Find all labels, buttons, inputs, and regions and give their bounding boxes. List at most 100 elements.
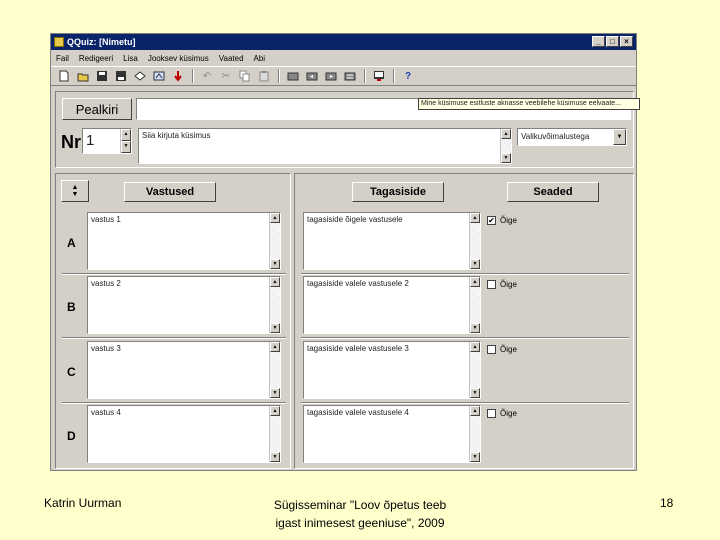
menu-current-question[interactable]: Jooksev küsimus <box>148 54 209 63</box>
checkbox-a[interactable]: ✔ <box>487 216 496 225</box>
scroll-up-icon[interactable]: ▲ <box>470 342 480 352</box>
seaded-button[interactable]: Seaded <box>507 182 599 202</box>
answer-b-scrollbar[interactable]: ▲ ▼ <box>269 277 280 333</box>
feedback-a-scrollbar[interactable]: ▲ ▼ <box>469 213 480 269</box>
scroll-down-icon[interactable]: ▼ <box>470 259 480 269</box>
last-question-icon[interactable] <box>343 69 357 83</box>
question-header-panel: Pealkiri Mine küsimuse esitluste aknasse… <box>55 91 640 168</box>
scroll-down-icon[interactable]: ▼ <box>501 153 511 163</box>
scroll-down-icon[interactable]: ▼ <box>270 259 280 269</box>
scroll-up-icon[interactable]: ▲ <box>270 342 280 352</box>
maximize-button[interactable]: □ <box>606 36 619 47</box>
chevron-down-icon[interactable]: ▼ <box>613 129 626 145</box>
correct-checkbox-c[interactable]: Õige <box>487 345 517 354</box>
question-number-spinner[interactable]: ▲ ▼ <box>120 129 131 153</box>
answer-d-text: vastus 4 <box>91 408 121 417</box>
menu-file[interactable]: Fail <box>56 54 69 63</box>
question-textarea[interactable]: Siia kirjuta küsimus ▲ ▼ <box>138 128 512 164</box>
scroll-down-icon[interactable]: ▼ <box>470 452 480 462</box>
help-icon[interactable]: ? <box>401 69 415 83</box>
answer-d-textarea[interactable]: vastus 4 ▲ ▼ <box>87 405 281 463</box>
qquiz-window: QQuiz: [Nimetu] _ □ × Fail Redigeeri Lis… <box>50 33 640 471</box>
question-type-select[interactable]: Valikuvõimalustega ▼ <box>517 128 627 146</box>
feedback-a-textarea[interactable]: tagasiside õigele vastusele ▲ ▼ <box>303 212 481 270</box>
answer-d-scrollbar[interactable]: ▲ ▼ <box>269 406 280 462</box>
hint-tooltip: Mine küsimuse esitluste aknasse veebileh… <box>418 98 640 110</box>
toolbar-separator <box>278 69 280 83</box>
save-icon[interactable] <box>95 69 109 83</box>
seaded-label: Seaded <box>533 186 573 198</box>
feedback-d-scrollbar[interactable]: ▲ ▼ <box>469 406 480 462</box>
scroll-down-icon[interactable]: ▼ <box>270 452 280 462</box>
feedback-c-scrollbar[interactable]: ▲ ▼ <box>469 342 480 398</box>
question-number-input[interactable]: 1 ▲ ▼ <box>82 128 132 154</box>
preview-icon[interactable] <box>133 69 147 83</box>
correct-label-d: Õige <box>500 409 517 418</box>
menu-help[interactable]: Abi <box>254 54 266 63</box>
checkbox-c[interactable] <box>487 345 496 354</box>
scroll-down-icon[interactable]: ▼ <box>470 323 480 333</box>
navigate-updown-icon[interactable]: ▲ ▼ <box>61 180 89 202</box>
delete-icon[interactable] <box>171 69 185 83</box>
feedback-c-textarea[interactable]: tagasiside valele vastusele 3 ▲ ▼ <box>303 341 481 399</box>
window-title: QQuiz: [Nimetu] <box>67 37 136 47</box>
first-question-icon[interactable] <box>286 69 300 83</box>
feedback-b-scrollbar[interactable]: ▲ ▼ <box>469 277 480 333</box>
scroll-down-icon[interactable]: ▼ <box>270 323 280 333</box>
title-bar[interactable]: QQuiz: [Nimetu] _ □ × <box>51 34 636 50</box>
scroll-up-icon[interactable]: ▲ <box>470 213 480 223</box>
answer-c-textarea[interactable]: vastus 3 ▲ ▼ <box>87 341 281 399</box>
footer-page-number: 18 <box>660 496 674 510</box>
save-as-icon[interactable] <box>114 69 128 83</box>
tagasiside-button[interactable]: Tagasiside <box>352 182 444 202</box>
toolbar-separator <box>393 69 395 83</box>
spinner-up-icon[interactable]: ▲ <box>121 129 131 141</box>
answer-c-scrollbar[interactable]: ▲ ▼ <box>269 342 280 398</box>
new-icon[interactable] <box>57 69 71 83</box>
minimize-button[interactable]: _ <box>592 36 605 47</box>
answer-a-text: vastus 1 <box>91 215 121 224</box>
scroll-up-icon[interactable]: ▲ <box>270 277 280 287</box>
scroll-up-icon[interactable]: ▲ <box>270 213 280 223</box>
scroll-up-icon[interactable]: ▲ <box>270 406 280 416</box>
footer-seminar: Sügisseminar "Loov õpetus teeb igast ini… <box>240 496 480 532</box>
feedback-b-textarea[interactable]: tagasiside valele vastusele 2 ▲ ▼ <box>303 276 481 334</box>
answer-a-scrollbar[interactable]: ▲ ▼ <box>269 213 280 269</box>
feedback-d-textarea[interactable]: tagasiside valele vastusele 4 ▲ ▼ <box>303 405 481 463</box>
menu-views[interactable]: Vaated <box>219 54 244 63</box>
scroll-up-icon[interactable]: ▲ <box>501 129 511 139</box>
checkbox-b[interactable] <box>487 280 496 289</box>
footer-seminar-line1: Sügisseminar "Loov õpetus teeb <box>273 498 447 512</box>
scroll-up-icon[interactable]: ▲ <box>470 277 480 287</box>
toolbar-separator <box>364 69 366 83</box>
vastused-button[interactable]: Vastused <box>124 182 216 202</box>
menu-insert[interactable]: Lisa <box>123 54 138 63</box>
next-question-icon[interactable] <box>324 69 338 83</box>
correct-checkbox-b[interactable]: Õige <box>487 280 517 289</box>
scroll-down-icon[interactable]: ▼ <box>470 388 480 398</box>
answer-b-textarea[interactable]: vastus 2 ▲ ▼ <box>87 276 281 334</box>
correct-checkbox-a[interactable]: ✔ Õige <box>487 216 517 225</box>
checkbox-d[interactable] <box>487 409 496 418</box>
correct-checkbox-d[interactable]: Õige <box>487 409 517 418</box>
answer-a-textarea[interactable]: vastus 1 ▲ ▼ <box>87 212 281 270</box>
spinner-down-icon[interactable]: ▼ <box>121 141 131 153</box>
feedback-d-text: tagasiside valele vastusele 4 <box>307 408 409 417</box>
question-scrollbar[interactable]: ▲ ▼ <box>500 129 511 163</box>
close-button[interactable]: × <box>620 36 633 47</box>
copy-icon[interactable] <box>238 69 252 83</box>
open-icon[interactable] <box>76 69 90 83</box>
undo-icon[interactable]: ↶ <box>200 69 214 83</box>
vastused-label: Vastused <box>145 186 195 198</box>
pealkiri-button[interactable]: Pealkiri <box>62 98 132 120</box>
paste-icon[interactable] <box>257 69 271 83</box>
scroll-up-icon[interactable]: ▲ <box>470 406 480 416</box>
export-icon[interactable] <box>152 69 166 83</box>
scroll-down-icon[interactable]: ▼ <box>270 388 280 398</box>
toolbar-separator <box>192 69 194 83</box>
menu-edit[interactable]: Redigeeri <box>79 54 113 63</box>
cut-icon[interactable]: ✂ <box>219 69 233 83</box>
previous-question-icon[interactable] <box>305 69 319 83</box>
correct-label-b: Õige <box>500 280 517 289</box>
display-icon[interactable] <box>372 69 386 83</box>
